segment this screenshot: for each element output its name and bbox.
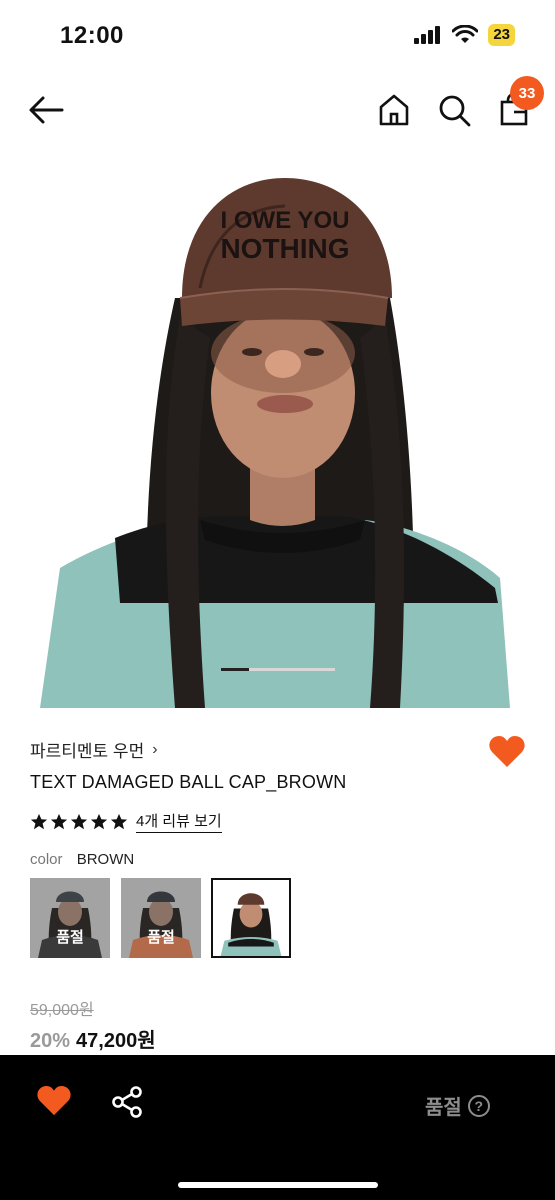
review-link[interactable]: 4개 리뷰 보기 [136,810,222,833]
back-arrow-icon[interactable] [26,92,66,128]
status-icons: 23 [414,24,515,46]
hat-text-line2: NOTHING [220,233,349,264]
cart-count-badge: 33 [510,76,544,110]
carousel-indicator [221,668,335,671]
color-row: color BROWN [30,851,134,868]
share-icon[interactable] [110,1085,144,1119]
model-photo: I OWE YOU NOTHING [0,148,555,708]
soldout-status: 품절 ? [425,1091,490,1120]
help-icon[interactable]: ? [467,1094,490,1117]
color-value: BROWN [76,851,135,868]
bottom-action-bar: 품절 ? [0,1055,555,1200]
carousel-active-dot [221,668,249,671]
brand-link[interactable]: 파르티멘토 우먼 › [30,737,158,762]
status-bar: 12:00 23 [0,0,555,70]
star-icon [110,813,128,829]
soldout-label: 품절 [56,929,84,946]
home-icon[interactable] [376,92,412,128]
color-swatch[interactable]: 품절 [30,878,110,958]
product-image[interactable]: I OWE YOU NOTHING [0,148,555,708]
color-label: color [30,851,63,868]
final-price: 47,200원 [76,1030,156,1052]
battery-indicator: 23 [488,24,515,46]
status-time: 12:00 [60,22,124,49]
star-icon [70,813,88,829]
chevron-right-icon: › [152,740,158,758]
carousel-track [249,668,335,671]
star-icon [90,813,108,829]
rating-row: 4개 리뷰 보기 [30,810,222,833]
star-icon [50,813,68,829]
color-swatch[interactable]: 품절 [121,878,201,958]
swatch-thumbnail [213,880,289,956]
top-navigation [0,80,555,140]
wifi-icon [452,25,479,43]
home-indicator [178,1182,378,1188]
color-swatch-selected[interactable] [211,878,291,958]
soldout-label: 품절 [147,929,175,946]
heart-icon[interactable] [36,1085,72,1117]
star-icon [30,813,48,829]
soldout-text: 품절 [425,1097,462,1119]
search-icon[interactable] [436,92,472,128]
product-title: TEXT DAMAGED BALL CAP_BROWN [30,772,347,792]
brand-name: 파르티멘토 우먼 [30,742,145,761]
heart-icon[interactable] [488,734,526,770]
hat-text-line1: I OWE YOU [221,207,350,234]
price-row: 20% 47,200원 [30,1024,156,1053]
rating-stars [30,813,128,831]
signal-icon [414,26,441,44]
discount-rate: 20% [30,1030,71,1052]
original-price: 59,000원 [30,1002,94,1019]
